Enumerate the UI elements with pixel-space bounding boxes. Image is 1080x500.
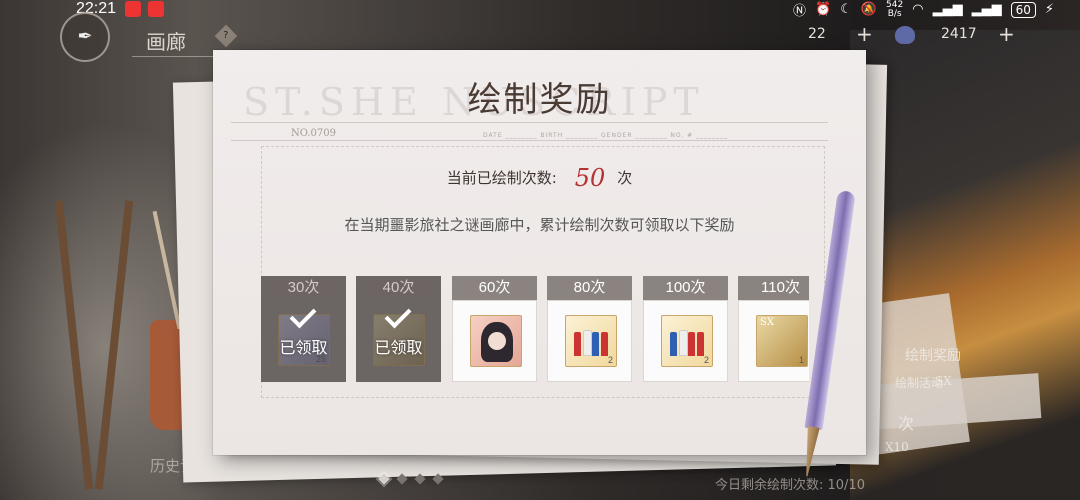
page-dot[interactable]: [378, 473, 390, 485]
reward-card[interactable]: 30次 25 已领取: [261, 276, 346, 382]
status-bar: 22:21 Ⓝ ⏰ ☾ 🔕 542 B/s ◠ ▂▄▆ ▂▄▆ 60 ⚡: [0, 0, 1080, 20]
reward-threshold: 80次: [547, 276, 632, 300]
easel-illustration: [54, 200, 140, 490]
remaining-draws-text: 今日剩余绘制次数: 10/10: [715, 478, 865, 493]
claimed-label: 已领取: [279, 338, 328, 357]
charging-icon: ⚡: [1044, 2, 1054, 17]
reward-list[interactable]: 30次 25 已领取 40次 已领取 60次: [261, 276, 809, 383]
item-count: 2: [703, 355, 709, 365]
draw-count-value: 50: [574, 164, 606, 192]
reward-threshold: 40次: [356, 276, 441, 300]
currency-amount: 2417: [941, 26, 977, 42]
moon-icon: ☾: [840, 2, 852, 17]
form-fields: DATE ________ BIRTH ________ GENDER ____…: [483, 132, 729, 139]
bg-badge: SX: [935, 374, 952, 388]
dialog-title: 绘制奖励: [467, 80, 612, 120]
alarm-icon: ⏰: [815, 2, 832, 17]
notification-app-icon: [125, 1, 141, 17]
currency-gem: 2417 +: [895, 22, 1025, 48]
gem-icon: [895, 26, 915, 44]
notification-app-icon: [148, 1, 164, 17]
signal-icon: ▂▄▆: [971, 2, 1002, 17]
document-number: NO.0709: [291, 128, 336, 139]
sx-card-icon[interactable]: SX 1: [756, 315, 808, 367]
page-dot[interactable]: [432, 473, 444, 485]
paint-tubes-icon[interactable]: 2: [565, 315, 617, 367]
reward-threshold: 60次: [452, 276, 537, 300]
currency-ticket: 22 +: [790, 22, 880, 48]
rarity-badge: SX: [760, 317, 774, 328]
feather-pen-icon[interactable]: ✒: [60, 12, 110, 62]
divider: [231, 140, 828, 141]
status-right-icons: Ⓝ ⏰ ☾ 🔕 542 B/s ◠ ▂▄▆ ▂▄▆ 60 ⚡: [793, 0, 1054, 19]
pagination: [378, 473, 444, 485]
item-count: 1: [798, 355, 804, 365]
draw-count-row: 当前已绘制次数: 50 次: [213, 164, 866, 192]
draw-count-unit: 次: [617, 169, 633, 187]
reward-card[interactable]: 60次: [452, 276, 537, 382]
mute-icon: 🔕: [860, 2, 878, 17]
add-currency-button[interactable]: +: [998, 22, 1015, 46]
reward-threshold: 100次: [643, 276, 728, 300]
bg-count-text: 次: [898, 414, 915, 433]
reward-threshold: 110次: [738, 276, 809, 300]
battery-indicator: 60: [1010, 1, 1036, 18]
currency-amount: 22: [808, 26, 826, 42]
page-dot[interactable]: [396, 473, 408, 485]
reward-card[interactable]: 80次 2: [547, 276, 632, 382]
bg-x10: X10: [885, 440, 909, 454]
reward-card[interactable]: 100次 2: [643, 276, 728, 382]
reward-description: 在当期噩影旅社之谜画廊中，累计绘制次数可领取以下奖励: [344, 216, 735, 234]
draw-reward-dialog: ST.SHE NUSCRIPT 绘制奖励 NO.0709 DATE ______…: [213, 50, 866, 455]
divider: [231, 122, 828, 123]
net-speed: 542 B/s: [886, 0, 904, 19]
reward-threshold: 30次: [261, 276, 346, 300]
item-count: 2: [607, 355, 613, 365]
reward-card[interactable]: 40次 已领取: [356, 276, 441, 382]
portrait-face: [488, 332, 506, 350]
wifi-icon: ◠: [912, 2, 924, 17]
page-dot[interactable]: [414, 473, 426, 485]
claimed-label: 已领取: [374, 338, 423, 357]
character-portrait-icon[interactable]: [470, 315, 522, 367]
draw-count-label: 当前已绘制次数:: [446, 169, 557, 187]
bg-panel-title: 绘制奖励: [905, 348, 961, 364]
reward-card[interactable]: 110次 SX 1: [738, 276, 809, 382]
add-currency-button[interactable]: +: [856, 22, 873, 46]
paint-tubes-icon[interactable]: 2: [661, 315, 713, 367]
signal-icon: ▂▄▆: [932, 2, 963, 17]
page-title: 画廊: [146, 30, 186, 54]
nfc-icon: Ⓝ: [793, 4, 807, 19]
